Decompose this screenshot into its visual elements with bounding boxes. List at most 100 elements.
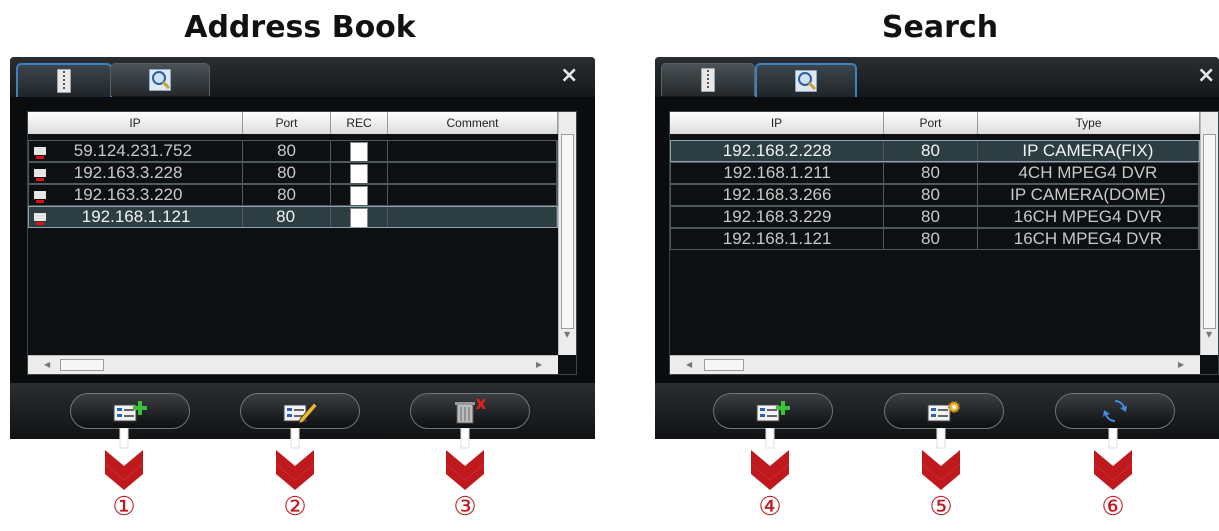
h-scroll-thumb[interactable] <box>60 359 104 371</box>
search-ip: 192.168.2.228 <box>671 141 885 161</box>
edit-address-icon <box>283 402 318 423</box>
address-list-header: IP Port REC Comment <box>28 112 558 134</box>
search-result-list: IP Port Type 192.168.2.228 80 IP CAMERA(… <box>669 111 1219 375</box>
horizontal-scrollbar[interactable]: ◀ ▶ <box>670 355 1200 374</box>
scroll-right-icon[interactable]: ▶ <box>536 360 542 369</box>
column-ip[interactable]: IP <box>670 112 884 134</box>
pointer-arrow-1 <box>105 428 143 490</box>
pointer-arrow-5 <box>922 428 960 490</box>
search-port: 80 <box>884 163 978 183</box>
add-to-address-book-icon <box>756 401 790 422</box>
address-port: 80 <box>243 141 331 161</box>
rec-checkbox[interactable] <box>349 163 368 183</box>
scroll-right-icon[interactable]: ▶ <box>1178 360 1184 369</box>
search-ip: 192.168.1.211 <box>671 163 885 183</box>
search-row[interactable]: 192.168.3.266 80 IP CAMERA(DOME) <box>670 184 1200 206</box>
marker-3: ③ <box>453 492 477 522</box>
add-address-button[interactable] <box>70 393 190 429</box>
refresh-button[interactable] <box>1055 393 1175 429</box>
search-row-selected[interactable]: 192.168.2.228 80 IP CAMERA(FIX) <box>670 140 1200 162</box>
address-comment <box>388 207 557 227</box>
search-window: × IP Port Type 192.168.2.228 80 IP CAMER… <box>655 57 1219 439</box>
horizontal-scrollbar[interactable]: ◀ ▶ <box>28 355 558 374</box>
column-ip[interactable]: IP <box>28 112 243 134</box>
search-ip: 192.168.3.266 <box>671 185 885 205</box>
address-row-selected[interactable]: 192.168.1.121 80 <box>28 206 558 228</box>
search-type: 4CH MPEG4 DVR <box>978 163 1199 183</box>
device-icon <box>34 168 46 181</box>
rec-checkbox[interactable] <box>349 207 368 227</box>
address-row[interactable]: 192.163.3.228 80 <box>28 162 558 184</box>
search-type: 16CH MPEG4 DVR <box>978 229 1199 249</box>
search-row[interactable]: 192.168.3.229 80 16CH MPEG4 DVR <box>670 206 1200 228</box>
search-port: 80 <box>884 141 978 161</box>
close-icon[interactable]: × <box>1197 63 1215 88</box>
edit-address-button[interactable] <box>240 393 360 429</box>
h-scroll-thumb[interactable] <box>704 359 744 371</box>
tab-address-book[interactable] <box>661 63 755 96</box>
marker-1: ① <box>112 492 136 522</box>
search-port: 80 <box>884 207 978 227</box>
search-title: Search <box>881 10 999 45</box>
address-ip: 192.163.3.220 <box>73 185 183 204</box>
rec-checkbox[interactable] <box>349 185 368 205</box>
rec-checkbox[interactable] <box>349 141 368 161</box>
delete-address-icon <box>455 399 486 424</box>
column-comment[interactable]: Comment <box>388 112 558 134</box>
tab-search[interactable] <box>755 63 857 97</box>
tab-bar: × <box>10 57 595 97</box>
device-icon <box>34 146 46 159</box>
magnifier-icon <box>149 69 171 91</box>
add-address-icon <box>113 401 147 422</box>
column-port[interactable]: Port <box>243 112 331 134</box>
magnifier-icon <box>795 70 817 92</box>
delete-address-button[interactable] <box>410 393 530 429</box>
tab-bar: × <box>655 57 1219 97</box>
search-type: IP CAMERA(DOME) <box>978 185 1199 205</box>
scroll-down-icon[interactable]: ▼ <box>1206 330 1212 339</box>
search-ip: 192.168.1.121 <box>671 229 885 249</box>
address-port: 80 <box>243 207 331 227</box>
address-port: 80 <box>243 163 331 183</box>
column-rec[interactable]: REC <box>331 112 388 134</box>
address-comment <box>388 185 558 205</box>
address-comment <box>388 163 558 183</box>
scroll-down-icon[interactable]: ▼ <box>564 330 570 339</box>
address-ip: 192.168.1.121 <box>81 207 191 226</box>
address-book-window: × IP Port REC Comment 59.124.231.752 80 <box>10 57 595 439</box>
pointer-arrow-3 <box>446 428 484 490</box>
vertical-scrollbar[interactable]: ▲ ▼ <box>558 112 576 355</box>
search-row[interactable]: 192.168.1.121 80 16CH MPEG4 DVR <box>670 228 1200 250</box>
column-port[interactable]: Port <box>884 112 978 134</box>
search-port: 80 <box>884 185 978 205</box>
device-icon <box>34 212 46 225</box>
search-row[interactable]: 192.168.1.211 80 4CH MPEG4 DVR <box>670 162 1200 184</box>
address-row[interactable]: 59.124.231.752 80 <box>28 140 558 162</box>
search-list-header: IP Port Type <box>670 112 1200 134</box>
marker-2: ② <box>283 492 307 522</box>
pointer-arrow-4 <box>751 428 789 490</box>
tab-address-book[interactable] <box>16 63 112 97</box>
address-comment <box>388 141 558 161</box>
search-port: 80 <box>884 229 978 249</box>
device-settings-button[interactable] <box>884 393 1004 429</box>
column-type[interactable]: Type <box>978 112 1200 134</box>
tab-search[interactable] <box>110 63 210 96</box>
refresh-icon <box>1103 400 1127 422</box>
search-type: 16CH MPEG4 DVR <box>978 207 1199 227</box>
scroll-left-icon[interactable]: ◀ <box>44 360 50 369</box>
scroll-thumb[interactable] <box>1203 134 1216 329</box>
address-row[interactable]: 192.163.3.220 80 <box>28 184 558 206</box>
scroll-thumb[interactable] <box>561 134 574 329</box>
pointer-arrow-2 <box>276 428 314 490</box>
pointer-arrow-6 <box>1094 428 1132 490</box>
search-ip: 192.168.3.229 <box>671 207 885 227</box>
search-type: IP CAMERA(FIX) <box>978 141 1199 161</box>
address-book-icon <box>701 68 715 92</box>
device-icon <box>34 190 46 203</box>
scroll-left-icon[interactable]: ◀ <box>686 360 692 369</box>
add-to-address-book-button[interactable] <box>713 393 833 429</box>
close-icon[interactable]: × <box>560 63 578 88</box>
marker-4: ④ <box>758 492 782 522</box>
vertical-scrollbar[interactable]: ▲ ▼ <box>1200 112 1218 355</box>
